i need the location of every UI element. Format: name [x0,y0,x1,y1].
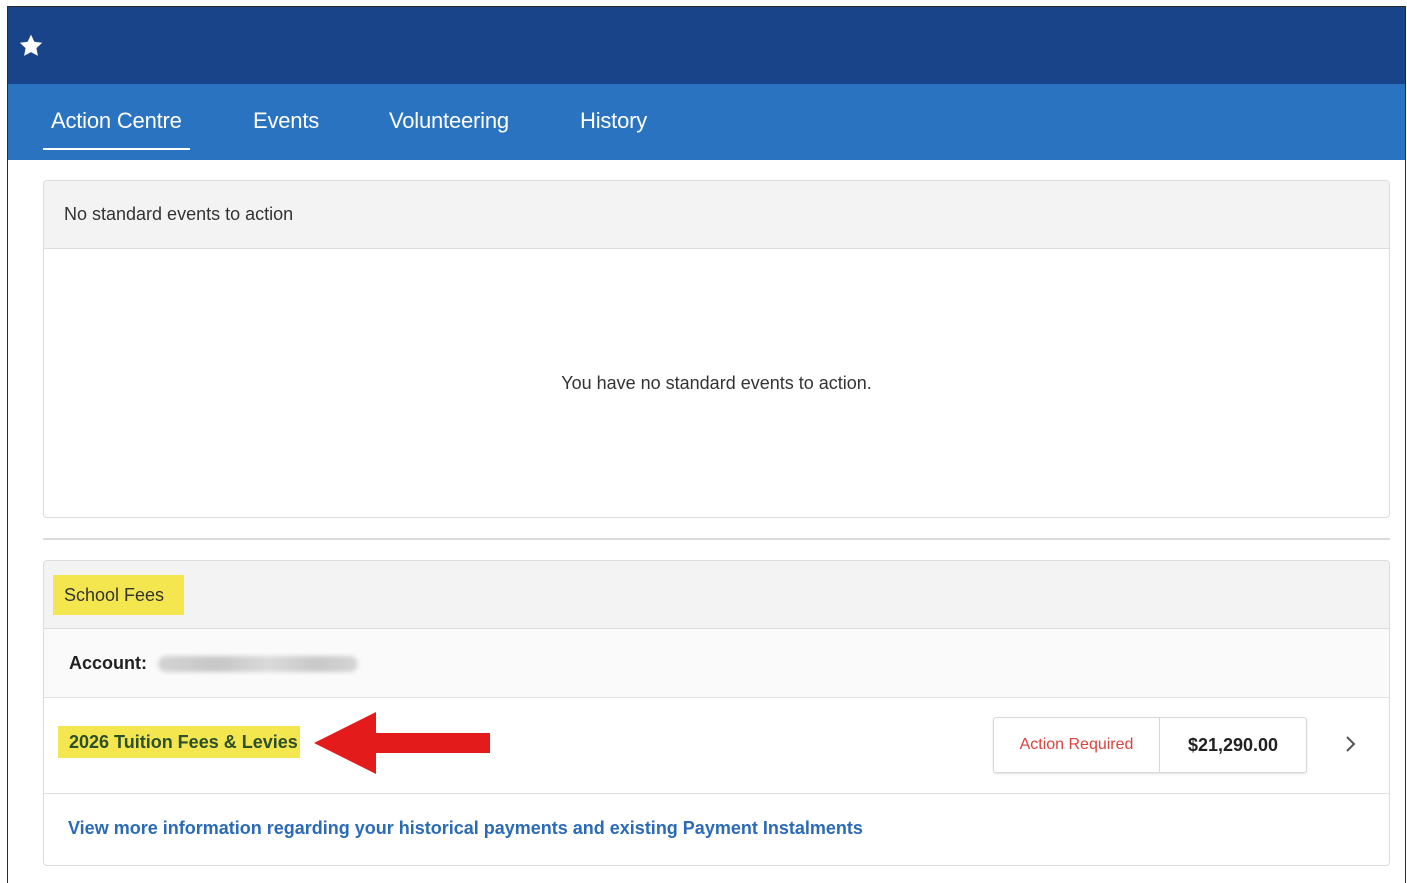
tab-volunteering[interactable]: Volunteering [389,84,509,160]
school-fees-title: School Fees [53,575,185,615]
fee-amount: $21,290.00 [1187,735,1279,755]
section-divider [43,538,1390,540]
more-info-row: View more information regarding your his… [44,794,1389,865]
fee-item-name[interactable]: 2026 Tuition Fees & Levies [58,726,300,758]
account-label: Account: [69,653,147,673]
star-icon[interactable] [18,33,44,59]
tab-history[interactable]: History [580,84,647,160]
tab-events[interactable]: Events [253,84,319,160]
fee-status-pill[interactable]: Action Required $21,290.00 [993,717,1307,773]
standard-events-card: No standard events to action You have no… [43,180,1390,518]
nav-tabs: Action Centre Events Volunteering Histor… [8,84,1405,160]
red-arrow-annotation [314,712,490,774]
fee-item-row[interactable]: 2026 Tuition Fees & Levies Action Requir… [44,698,1389,794]
empty-state-message: You have no standard events to action. [561,372,872,393]
payment-history-link[interactable]: View more information regarding your his… [68,818,863,838]
school-fees-header: School Fees [44,561,1389,629]
account-row: Account: [44,629,1389,698]
top-header-bar [8,7,1405,84]
account-name-blurred [158,656,359,673]
status-badge: Action Required [994,718,1160,772]
chevron-right-icon[interactable] [1341,734,1361,754]
standard-events-header: No standard events to action [44,181,1389,249]
school-fees-card: School Fees Account: 2026 Tuition Fees &… [43,560,1390,866]
tab-action-centre[interactable]: Action Centre [43,84,190,160]
app-window: Action Centre Events Volunteering Histor… [7,6,1406,883]
